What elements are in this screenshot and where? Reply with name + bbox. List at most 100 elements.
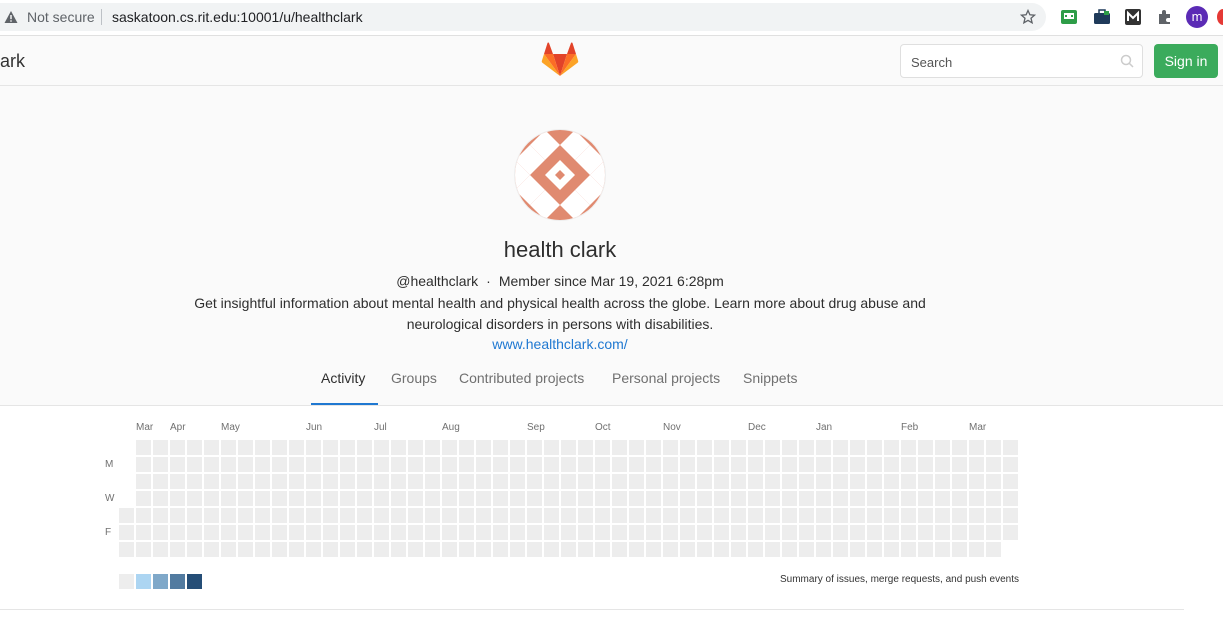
contribution-cell[interactable] bbox=[561, 508, 576, 523]
contribution-cell[interactable] bbox=[1003, 508, 1018, 523]
contribution-cell[interactable] bbox=[748, 457, 763, 472]
contribution-cell[interactable] bbox=[765, 491, 780, 506]
contribution-cell[interactable] bbox=[187, 542, 202, 557]
contribution-cell[interactable] bbox=[425, 491, 440, 506]
contribution-cell[interactable] bbox=[782, 542, 797, 557]
tab-snippets[interactable]: Snippets bbox=[743, 370, 797, 386]
contribution-cell[interactable] bbox=[748, 440, 763, 455]
contribution-cell[interactable] bbox=[272, 474, 287, 489]
contribution-cell[interactable] bbox=[493, 457, 508, 472]
contribution-cell[interactable] bbox=[816, 440, 831, 455]
contribution-cell[interactable] bbox=[714, 508, 729, 523]
contribution-cell[interactable] bbox=[476, 457, 491, 472]
contribution-cell[interactable] bbox=[697, 457, 712, 472]
contribution-cell[interactable] bbox=[544, 508, 559, 523]
contribution-cell[interactable] bbox=[272, 542, 287, 557]
contribution-cell[interactable] bbox=[731, 525, 746, 540]
contribution-cell[interactable] bbox=[306, 525, 321, 540]
contribution-cell[interactable] bbox=[119, 542, 134, 557]
contribution-cell[interactable] bbox=[884, 474, 899, 489]
website-link[interactable]: www.healthclark.com/ bbox=[0, 336, 1120, 352]
contribution-cell[interactable] bbox=[680, 474, 695, 489]
contribution-cell[interactable] bbox=[170, 440, 185, 455]
contribution-cell[interactable] bbox=[289, 491, 304, 506]
contribution-cell[interactable] bbox=[850, 525, 865, 540]
contribution-cell[interactable] bbox=[408, 508, 423, 523]
contribution-cell[interactable] bbox=[612, 525, 627, 540]
contribution-cell[interactable] bbox=[459, 474, 474, 489]
contribution-cell[interactable] bbox=[527, 542, 542, 557]
contribution-cell[interactable] bbox=[357, 457, 372, 472]
contribution-cell[interactable] bbox=[680, 525, 695, 540]
contribution-cell[interactable] bbox=[748, 474, 763, 489]
contribution-cell[interactable] bbox=[714, 525, 729, 540]
contribution-cell[interactable] bbox=[544, 457, 559, 472]
contribution-cell[interactable] bbox=[204, 525, 219, 540]
contribution-cell[interactable] bbox=[391, 440, 406, 455]
contribution-cell[interactable] bbox=[612, 457, 627, 472]
contribution-cell[interactable] bbox=[867, 525, 882, 540]
contribution-cell[interactable] bbox=[595, 525, 610, 540]
contribution-cell[interactable] bbox=[731, 457, 746, 472]
contribution-cell[interactable] bbox=[187, 525, 202, 540]
contribution-cell[interactable] bbox=[969, 440, 984, 455]
contribution-cell[interactable] bbox=[782, 457, 797, 472]
contribution-cell[interactable] bbox=[204, 457, 219, 472]
contribution-cell[interactable] bbox=[765, 440, 780, 455]
contribution-cell[interactable] bbox=[289, 474, 304, 489]
contribution-cell[interactable] bbox=[476, 474, 491, 489]
contribution-cell[interactable] bbox=[306, 474, 321, 489]
contribution-cell[interactable] bbox=[714, 474, 729, 489]
contribution-cell[interactable] bbox=[595, 457, 610, 472]
contribution-cell[interactable] bbox=[510, 525, 525, 540]
contribution-cell[interactable] bbox=[374, 457, 389, 472]
contribution-cell[interactable] bbox=[255, 525, 270, 540]
contribution-cell[interactable] bbox=[935, 491, 950, 506]
contribution-cell[interactable] bbox=[459, 542, 474, 557]
contribution-cell[interactable] bbox=[272, 525, 287, 540]
contribution-cell[interactable] bbox=[306, 542, 321, 557]
contribution-cell[interactable] bbox=[493, 508, 508, 523]
contribution-cell[interactable] bbox=[425, 508, 440, 523]
contribution-cell[interactable] bbox=[255, 440, 270, 455]
contribution-cell[interactable] bbox=[799, 474, 814, 489]
contribution-cell[interactable] bbox=[153, 491, 168, 506]
contribution-cell[interactable] bbox=[935, 525, 950, 540]
contribution-cell[interactable] bbox=[731, 542, 746, 557]
contribution-cell[interactable] bbox=[442, 542, 457, 557]
contribution-cell[interactable] bbox=[425, 440, 440, 455]
contribution-cell[interactable] bbox=[884, 457, 899, 472]
contribution-cell[interactable] bbox=[748, 508, 763, 523]
contribution-cell[interactable] bbox=[578, 542, 593, 557]
contribution-cell[interactable] bbox=[595, 440, 610, 455]
contribution-cell[interactable] bbox=[527, 491, 542, 506]
contribution-cell[interactable] bbox=[714, 457, 729, 472]
contribution-cell[interactable] bbox=[765, 508, 780, 523]
contribution-cell[interactable] bbox=[952, 440, 967, 455]
contribution-cell[interactable] bbox=[238, 542, 253, 557]
search-input[interactable] bbox=[909, 51, 1113, 73]
contribution-cell[interactable] bbox=[697, 525, 712, 540]
contribution-cell[interactable] bbox=[357, 542, 372, 557]
contribution-cell[interactable] bbox=[901, 491, 916, 506]
contribution-cell[interactable] bbox=[374, 491, 389, 506]
contribution-cell[interactable] bbox=[272, 508, 287, 523]
contribution-cell[interactable] bbox=[289, 457, 304, 472]
contribution-cell[interactable] bbox=[884, 491, 899, 506]
contribution-cell[interactable] bbox=[646, 457, 661, 472]
contribution-cell[interactable] bbox=[170, 457, 185, 472]
contribution-cell[interactable] bbox=[833, 508, 848, 523]
contribution-cell[interactable] bbox=[425, 542, 440, 557]
contribution-cell[interactable] bbox=[136, 457, 151, 472]
contribution-cell[interactable] bbox=[221, 457, 236, 472]
contribution-cell[interactable] bbox=[493, 525, 508, 540]
contribution-cell[interactable] bbox=[187, 474, 202, 489]
contribution-cell[interactable] bbox=[1003, 474, 1018, 489]
contribution-cell[interactable] bbox=[374, 440, 389, 455]
contribution-cell[interactable] bbox=[136, 491, 151, 506]
contribution-cell[interactable] bbox=[918, 508, 933, 523]
contribution-cell[interactable] bbox=[714, 491, 729, 506]
contribution-cell[interactable] bbox=[918, 491, 933, 506]
contribution-cell[interactable] bbox=[204, 474, 219, 489]
puzzle-icon[interactable] bbox=[1156, 8, 1174, 26]
